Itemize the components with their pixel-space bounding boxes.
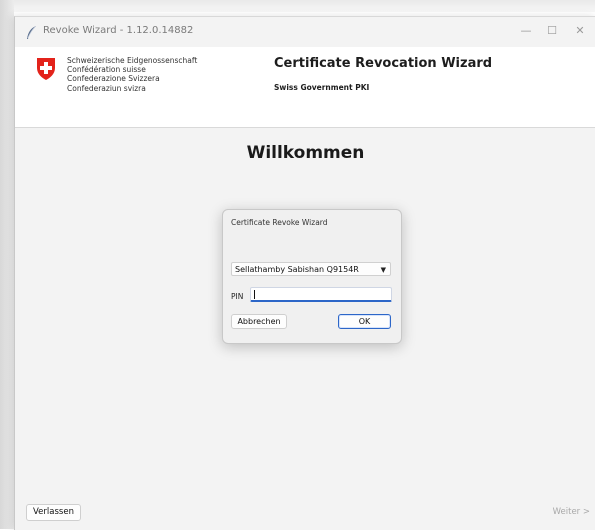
leave-button[interactable]: Verlassen: [26, 504, 81, 521]
certificate-selected-value: Sellathamby Sabishan Q9154R: [235, 265, 359, 274]
revoke-dialog: Certificate Revoke Wizard Sellathamby Sa…: [222, 209, 402, 344]
pin-input[interactable]: [250, 287, 392, 302]
confederation-line-fr: Confédération suisse: [67, 65, 146, 75]
cancel-button[interactable]: Abbrechen: [231, 314, 287, 329]
minimize-button[interactable]: —: [512, 22, 540, 40]
desktop-background: [0, 0, 595, 12]
feather-app-icon: [27, 26, 36, 39]
desktop-edge: [0, 0, 14, 529]
app-subtitle: Swiss Government PKI: [274, 83, 370, 92]
title-bar[interactable]: Revoke Wizard - 1.12.0.14882 — ☐ ✕: [15, 17, 595, 47]
text-cursor: [254, 290, 255, 299]
window-title: Revoke Wizard - 1.12.0.14882: [43, 25, 194, 36]
maximize-button[interactable]: ☐: [538, 22, 566, 40]
dialog-title: Certificate Revoke Wizard: [231, 218, 328, 227]
dropdown-arrow-icon: ▼: [380, 266, 386, 274]
next-button[interactable]: Weiter >: [540, 504, 590, 521]
revoke-wizard-window: Revoke Wizard - 1.12.0.14882 — ☐ ✕ Schwe…: [14, 16, 595, 530]
confederation-line-de: Schweizerische Eidgenossenschaft: [67, 56, 198, 65]
app-title: Certificate Revocation Wizard: [274, 56, 493, 71]
close-button[interactable]: ✕: [566, 22, 594, 40]
confederation-line-rm: Confederaziun svizra: [67, 83, 146, 93]
confederation-names: Schweizerische Eidgenossenschaft Confédé…: [67, 56, 197, 93]
swiss-crest-icon: [37, 58, 55, 80]
welcome-heading: Willkommen: [246, 143, 365, 163]
pin-label: PIN: [231, 292, 244, 301]
ok-button[interactable]: OK: [338, 314, 391, 329]
confederation-line-it: Confederazione Svizzera: [67, 74, 160, 84]
app-header: Schweizerische Eidgenossenschaft Confédé…: [15, 47, 595, 128]
certificate-select[interactable]: Sellathamby Sabishan Q9154R ▼: [231, 262, 391, 276]
